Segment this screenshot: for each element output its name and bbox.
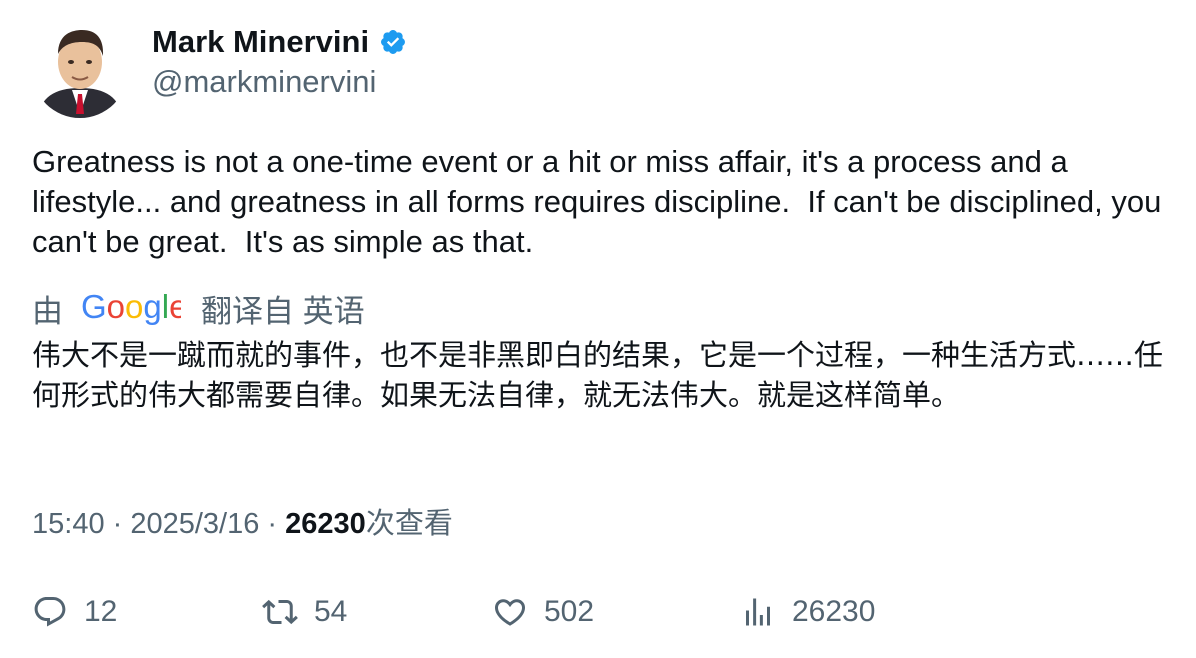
translation-prefix: 由 xyxy=(32,294,63,329)
tweet-meta: 15:40 · 2025/3/16 · 26230次查看 xyxy=(32,504,453,544)
views-count-action: 26230 xyxy=(792,595,876,628)
reply-icon xyxy=(34,597,66,627)
retweet-button[interactable]: 54 xyxy=(262,590,347,634)
author-handle[interactable]: @markminervini xyxy=(152,62,376,102)
meta-separator: · xyxy=(259,508,286,540)
analytics-icon xyxy=(746,598,770,626)
reply-count: 12 xyxy=(84,595,118,628)
retweet-count: 54 xyxy=(314,595,348,628)
meta-separator: · xyxy=(104,508,131,540)
tweet-date[interactable]: 2025/3/16 xyxy=(130,508,259,540)
views-button[interactable]: 26230 xyxy=(740,590,875,634)
like-count: 502 xyxy=(544,595,595,628)
verified-badge-icon xyxy=(379,28,407,56)
action-bar: 12 54 502 26230 xyxy=(0,590,1196,634)
translated-text: 伟大不是一蹴而就的事件，也不是非黑即白的结果，它是一个过程，一种生活方式……任何… xyxy=(32,338,1164,412)
svg-text:Google: Google xyxy=(81,288,181,325)
google-logo-icon: Google xyxy=(81,287,187,337)
retweet-icon xyxy=(262,599,298,625)
translation-suffix[interactable]: 翻译自 英语 xyxy=(201,292,365,332)
like-button[interactable]: 502 xyxy=(492,590,594,634)
avatar[interactable] xyxy=(32,22,128,118)
tweet-text: Greatness is not a one-time event or a h… xyxy=(32,144,1170,259)
views-label: 次查看 xyxy=(365,508,453,540)
tweet-time[interactable]: 15:40 xyxy=(32,508,105,540)
views-count: 26230 xyxy=(285,508,366,540)
heart-icon xyxy=(494,599,526,626)
reply-button[interactable]: 12 xyxy=(32,590,117,634)
author-name-row: Mark Minervini xyxy=(152,22,407,62)
translation-attribution: 由 Google 翻译自 英语 xyxy=(32,287,365,337)
avatar-portrait xyxy=(32,22,128,118)
author-name[interactable]: Mark Minervini xyxy=(152,22,369,62)
